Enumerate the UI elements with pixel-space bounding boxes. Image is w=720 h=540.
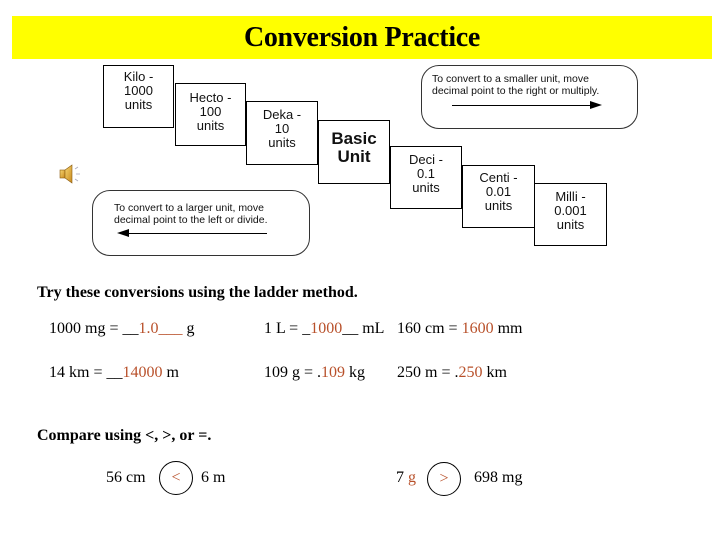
note-line-1: To convert to a larger unit, move [114,202,264,214]
step-unit: units [484,198,513,213]
compare-symbol: > [427,462,461,496]
arrow-left-line [127,233,267,235]
ladder-step-kilo: Kilo - 1000 units [103,65,174,128]
step-unit: units [556,217,585,232]
conversion-item: 109 g = .109 kg [264,364,366,381]
note-line-2: decimal point to the right or multiply. [432,85,600,97]
conversions-heading: Try these conversions using the ladder m… [37,284,358,301]
arrow-right-line [452,105,592,107]
conversion-item: 160 cm = 1600 mm [397,320,523,337]
step-value: 0.001 [554,203,587,218]
answer: 14000 [122,364,163,381]
arrow-right-icon [590,101,602,109]
step-unit: units [268,135,296,150]
note-line-2: decimal point to the left or divide. [114,214,268,226]
answer: 1.0___ [138,320,183,337]
step-name: Centi - [479,170,518,185]
ladder-step-hecto: Hecto - 100 units [175,83,246,146]
ladder-step-milli: Milli - 0.001 units [534,183,607,246]
step-name: Deka - [262,107,302,122]
compare-left: 56 cm [106,469,146,486]
ladder-step-basic: Basic Unit [318,120,390,184]
step-value: 1000 [124,83,153,98]
step-name: Deci - [409,152,443,167]
conversion-item: 250 m = .250 km [397,364,507,381]
compare-symbol: < [159,461,193,495]
note-convert-larger: To convert to a larger unit, move decima… [92,190,310,256]
step-value: Unit [337,147,371,166]
step-name: Kilo - [123,69,154,84]
step-value: 100 [199,104,222,119]
step-name: Basic [331,129,377,148]
note-convert-smaller: To convert to a smaller unit, move decim… [421,65,638,129]
note-line-1: To convert to a smaller unit, move [432,73,589,85]
step-value: 10 [274,121,290,136]
step-value: 0.01 [485,184,512,199]
step-name: Milli - [555,189,586,204]
page-title: Conversion Practice [243,21,481,53]
answer: 109 [321,364,346,381]
compare-heading: Compare using <, >, or =. [37,427,212,444]
conversion-item: 1 L = _1000__ mL [264,320,385,337]
step-unit: units [412,180,440,195]
step-value: 0.1 [416,166,436,181]
ladder-step-deka: Deka - 10 units [246,101,318,165]
conversion-item: 1000 mg = __1.0___ g [49,320,195,337]
answer: 250 [458,364,483,381]
ladder-step-centi: Centi - 0.01 units [462,165,535,228]
answer: 1600 [461,320,494,337]
conversion-item: 14 km = __14000 m [49,364,179,381]
compare-right: 698 mg [474,469,523,486]
step-name: Hecto - [189,90,232,105]
title-bar: Conversion Practice [12,16,712,59]
speaker-icon[interactable] [58,163,84,185]
step-unit: units [196,118,225,133]
unit-highlight: g [408,469,416,486]
compare-left: 7 g [396,469,416,486]
ladder-step-deci: Deci - 0.1 units [390,146,462,209]
compare-right: 6 m [201,469,226,486]
step-unit: units [124,97,153,112]
answer: 1000 [310,320,343,337]
